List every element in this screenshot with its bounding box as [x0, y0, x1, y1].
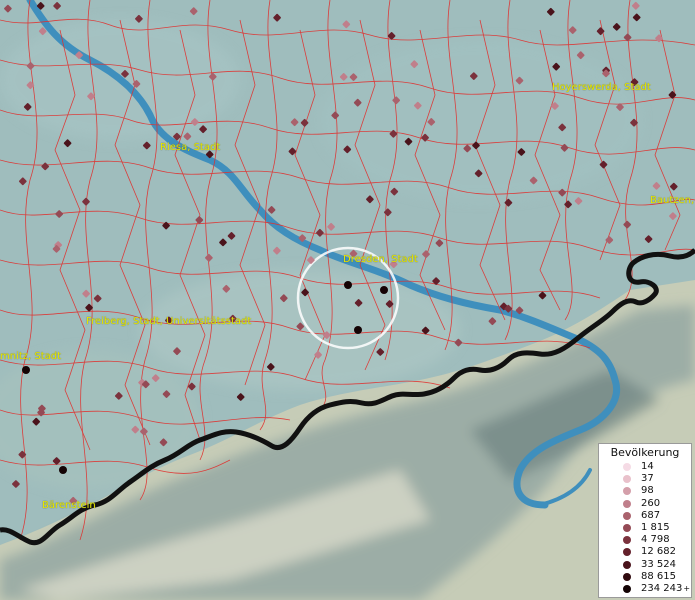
city-point[interactable] [354, 326, 362, 334]
city-point[interactable] [344, 281, 352, 289]
legend-item: 12 682 [617, 546, 691, 558]
legend-swatch-icon [623, 463, 631, 471]
legend-item: 234 243+ [617, 583, 691, 595]
city-point[interactable] [59, 466, 67, 474]
legend-label: 37 [641, 473, 654, 485]
legend-label: 12 682 [641, 546, 676, 558]
legend-swatch-icon [623, 487, 631, 496]
legend-item: 98 [617, 485, 691, 497]
city-point[interactable] [380, 286, 388, 294]
place-label-riesa: Riesa, Stadt [160, 142, 221, 153]
legend-label: 14 [641, 461, 654, 472]
legend-label: 33 524 [641, 558, 676, 570]
legend-label: 4 798 [641, 534, 670, 546]
legend-swatch-icon [623, 548, 631, 557]
place-label-chemnitz: mnitz, Stadt [0, 351, 62, 362]
legend-item: 37 [617, 473, 691, 485]
legend-item: 687 [617, 510, 691, 522]
legend-label: 234 243 [641, 582, 683, 594]
legend-swatch-icon [623, 572, 631, 581]
place-label-bautzen: Bautzen, [650, 195, 695, 206]
place-label-hoyerswerda: Hoyerswerda, Stadt [552, 82, 651, 93]
place-label-baerenstein: Bärenstein [42, 500, 96, 511]
legend-swatch-icon [623, 511, 631, 520]
legend-item: 1 815 [617, 522, 691, 534]
legend-swatch-icon [623, 584, 631, 593]
legend-swatch-icon [623, 560, 631, 569]
legend-plus: + [683, 583, 691, 593]
legend-swatch-icon [623, 536, 631, 545]
population-legend: Bevölkerung 14 37 98 260 687 1 815 4 798 12 682… [598, 443, 692, 598]
legend-label: 687 [641, 509, 661, 521]
legend-swatch-icon [623, 523, 631, 532]
place-label-dresden: Dresden, Stadt [343, 254, 418, 265]
legend-list: 14 37 98 260 687 1 815 4 798 12 682 33 524 88 615… [599, 461, 691, 595]
legend-label: 260 [641, 497, 661, 509]
city-point[interactable] [22, 366, 30, 374]
legend-item: 4 798 [617, 534, 691, 546]
legend-item: 33 524 [617, 559, 691, 571]
place-label-freiberg: Freiberg, Stadt, Universitätsstadt [86, 316, 252, 327]
legend-label: 98 [641, 485, 654, 497]
legend-item: 260 [617, 498, 691, 510]
legend-swatch-icon [623, 475, 631, 484]
legend-swatch-icon [623, 499, 631, 508]
legend-item: 14 [617, 461, 691, 473]
legend-label: 1 815 [641, 521, 670, 533]
legend-item: 88 615 [617, 571, 691, 583]
legend-title: Bevölkerung [610, 446, 680, 459]
legend-label: 88 615 [641, 570, 676, 582]
